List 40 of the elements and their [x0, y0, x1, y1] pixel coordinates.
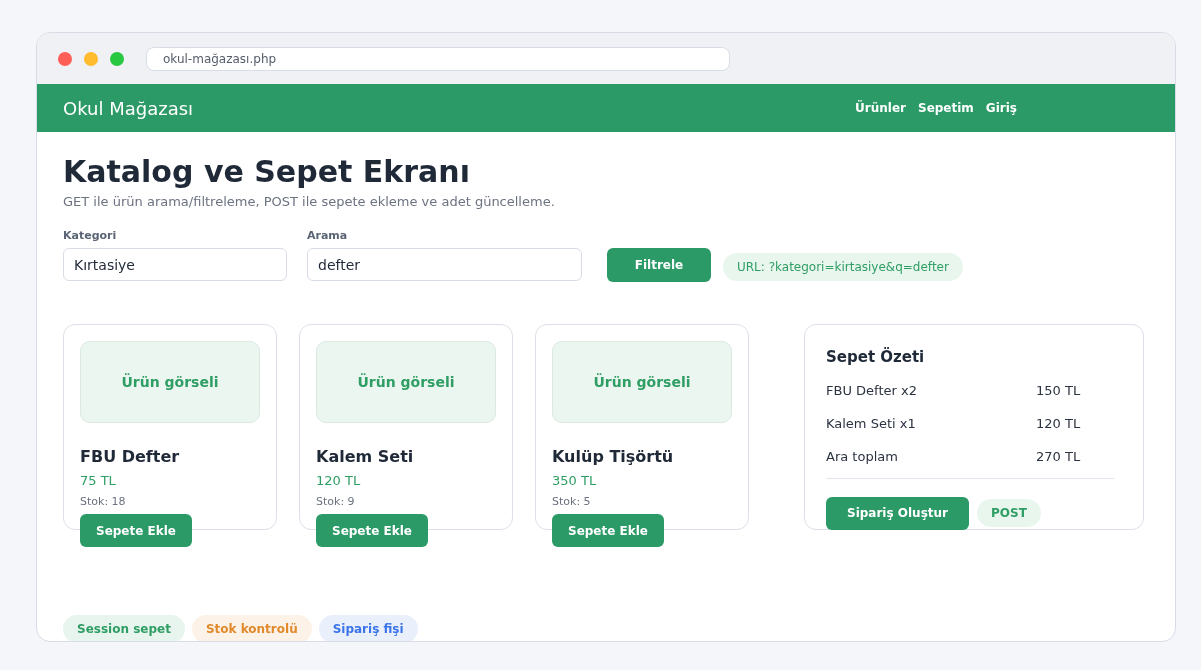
field-label: Arama [307, 227, 349, 244]
product-price: 350 TL [552, 472, 598, 490]
product-name: FBU Defter [80, 446, 181, 468]
feature-tag: Stok kontrolü [191, 615, 312, 641]
product-name: Kulüp Tişörtü [552, 446, 675, 468]
nav-link[interactable]: Giriş [985, 99, 1017, 117]
add-to-cart-button[interactable]: Sepete Ekle [316, 514, 428, 547]
address-bar[interactable]: okul-mağazası.php [146, 46, 730, 71]
product-stock: Stok: 5 [552, 493, 592, 510]
cart-item-amount: 120 TL [1036, 415, 1081, 434]
brand-title: Okul Mağazası [63, 96, 194, 121]
field-label: Kategori [63, 227, 118, 244]
image-placeholder-label: Ürün görseli [357, 372, 455, 392]
url-badge: URL: ?kategori=kirtasiye&q=defter [723, 253, 963, 281]
cart-item-label: Ara toplam [826, 448, 899, 467]
add-to-cart-button[interactable]: Sepete Ekle [552, 514, 664, 547]
method-badge: POST [977, 499, 1041, 527]
text-field[interactable]: Kırtasiye [63, 248, 287, 281]
cart-item-label: Kalem Seti x1 [826, 415, 917, 434]
page-title: Katalog ve Sepet Ekranı [63, 154, 471, 190]
nav-link[interactable]: Ürünler [855, 99, 906, 117]
cart-item-amount: 150 TL [1036, 382, 1081, 401]
filter-button[interactable]: Filtrele [607, 248, 711, 282]
product-name: Kalem Seti [316, 446, 415, 468]
cart-title: Sepet Özeti [826, 346, 926, 368]
product-price: 120 TL [316, 472, 362, 490]
product-stock: Stok: 18 [80, 493, 127, 510]
nav-link[interactable]: Sepetim [918, 99, 974, 117]
feature-tag: Sipariş fişi [318, 615, 418, 641]
image-placeholder-label: Ürün görseli [121, 372, 219, 392]
cart-item-label: FBU Defter x2 [826, 382, 918, 401]
product-stock: Stok: 9 [316, 493, 356, 510]
text-field[interactable]: defter [307, 248, 582, 281]
cart-item-amount: 270 TL [1036, 448, 1081, 467]
feature-tag: Session sepet [63, 615, 185, 641]
place-order-button[interactable]: Sipariş Oluştur [826, 496, 969, 530]
add-to-cart-button[interactable]: Sepete Ekle [80, 514, 192, 547]
product-price: 75 TL [80, 472, 117, 490]
image-placeholder-label: Ürün görseli [593, 372, 691, 392]
page-subtitle: GET ile ürün arama/filtreleme, POST ile sepete ekleme ve adet güncelleme. [63, 193, 556, 211]
